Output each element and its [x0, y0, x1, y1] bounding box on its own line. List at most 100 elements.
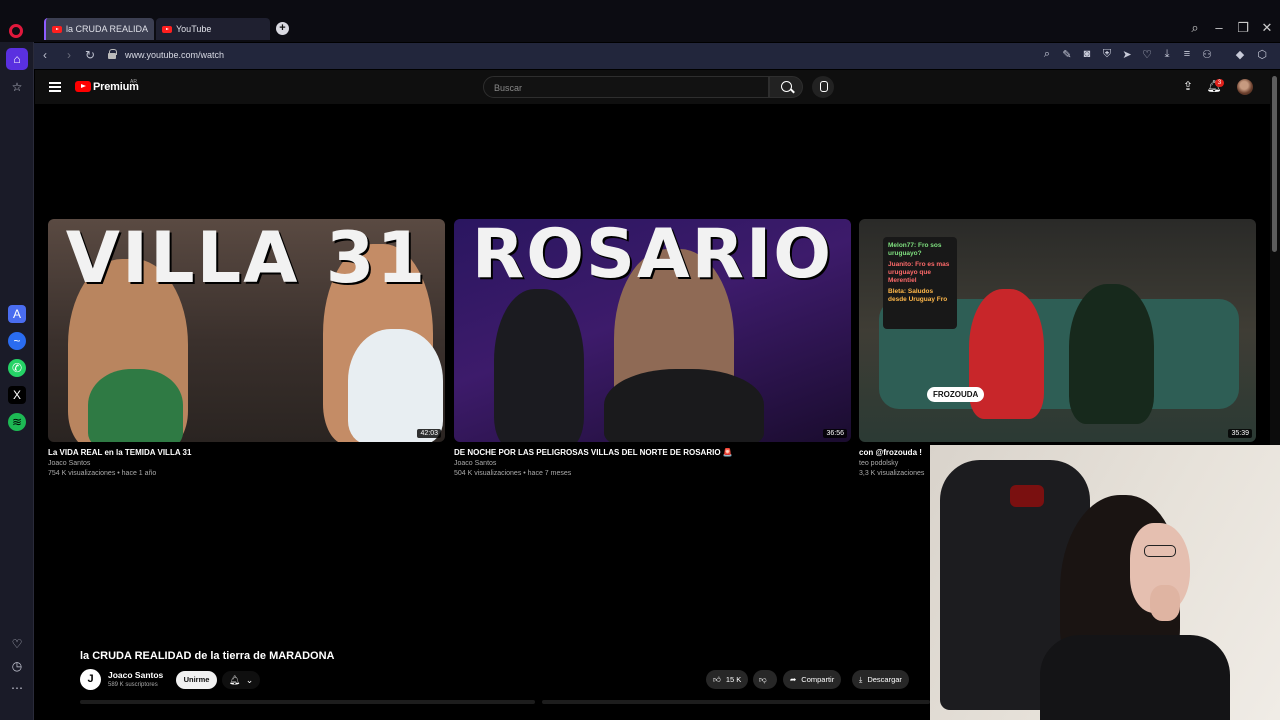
forward-icon[interactable]: › — [62, 48, 76, 62]
history-icon[interactable]: ◷ — [8, 657, 26, 675]
home-icon[interactable]: ⌂ — [6, 48, 28, 70]
menu-lines-icon[interactable]: ≡ — [1180, 48, 1194, 60]
video-duration: 36:56 — [823, 429, 847, 438]
send-icon[interactable]: ➤ — [1120, 48, 1134, 61]
video-card[interactable]: VILLA 31 42:03 La VIDA REAL en la TEMIDA… — [48, 219, 445, 477]
thumbnail-figure — [1069, 284, 1154, 424]
shield-icon[interactable]: ⛨ — [1100, 48, 1114, 61]
edit-icon[interactable]: ✎ — [1060, 48, 1074, 61]
heart-icon[interactable]: ♡ — [8, 635, 26, 653]
thumbnail-chat-overlay: Melon77: Fro sos uruguayo? Juanito: Fro … — [883, 237, 957, 329]
page-title: la CRUDA REALIDAD de la tierra de MARADO… — [80, 650, 335, 662]
channel-avatar[interactable]: J — [80, 669, 101, 690]
share-icon: ➦ — [790, 675, 797, 684]
video-thumbnail[interactable]: Melon77: Fro sos uruguayo? Juanito: Fro … — [859, 219, 1256, 442]
back-icon[interactable]: ‹ — [38, 48, 52, 62]
notification-badge: 3 — [1215, 79, 1224, 87]
thumbs-down-icon: 👎︎ — [759, 674, 767, 684]
voice-search-button[interactable] — [812, 76, 834, 98]
reload-icon[interactable]: ↻ — [83, 48, 97, 62]
opera-logo-icon[interactable] — [9, 24, 23, 38]
thumbnail-figure — [604, 369, 764, 442]
maximize-button[interactable]: ❐ — [1235, 20, 1251, 36]
thumbnail-text: VILLA 31 — [65, 219, 428, 299]
channel-name[interactable]: Joaco Santos — [108, 670, 163, 680]
thumbs-up-icon: 👍︎ — [713, 674, 721, 684]
thumbnail-figure — [494, 289, 584, 442]
thumbnail-name-tag: FROZOUDA — [927, 387, 985, 402]
star-icon[interactable]: ☆ — [8, 78, 26, 96]
extensions-icon[interactable]: ⬡ — [1255, 48, 1269, 61]
messenger-icon[interactable]: ~ — [8, 332, 26, 350]
tab-active[interactable]: la CRUDA REALIDAD de la tierra de MARADO… — [44, 18, 154, 40]
youtube-logo-icon[interactable] — [75, 81, 91, 92]
upload-icon[interactable]: ⇪ — [1180, 79, 1196, 95]
close-window-button[interactable]: ✕ — [1259, 20, 1275, 36]
video-meta: 504 K visualizaciones • hace 7 meses — [454, 470, 572, 477]
search-tabs-icon[interactable]: ⌕ — [1187, 20, 1203, 36]
bell-icon: 🔔︎ — [228, 674, 241, 685]
video-title[interactable]: La VIDA REAL en la TEMIDA VILLA 31 — [48, 448, 445, 457]
address-bar-row: ‹ › ↻ www.youtube.com/watch ⌕ ✎ ◙ ⛨ ➤ ♡ … — [34, 43, 1280, 69]
dislike-button[interactable]: 👎︎ — [753, 670, 777, 689]
subscriber-count: 589 K suscriptores — [108, 682, 158, 688]
description-box-edge — [80, 700, 535, 704]
hamburger-menu-icon[interactable] — [49, 82, 61, 92]
video-thumbnail[interactable]: VILLA 31 42:03 — [48, 219, 445, 442]
video-duration: 42:03 — [417, 429, 441, 438]
chat-line: Melon77: Fro sos uruguayo? — [888, 242, 942, 257]
video-channel[interactable]: Joaco Santos — [454, 460, 851, 467]
aria-icon[interactable]: A — [8, 305, 26, 323]
download-icon[interactable]: ⤓ — [1160, 48, 1174, 61]
chair-logo-icon — [1010, 485, 1044, 507]
thumbnail-figure — [348, 329, 443, 442]
thumbnail-figure — [88, 369, 183, 442]
profile-icon[interactable]: ⚇ — [1200, 48, 1214, 61]
minimize-button[interactable]: – — [1211, 20, 1227, 35]
comments-box-edge — [542, 700, 930, 704]
share-button[interactable]: ➦ Compartir — [783, 670, 842, 689]
whatsapp-icon[interactable]: ✆ — [8, 359, 26, 377]
tab-title: YouTube — [176, 24, 212, 34]
video-card[interactable]: ROSARIO 36:56 DE NOCHE POR LAS PELIGROSA… — [454, 219, 851, 477]
download-button[interactable]: ⤓ Descargar — [852, 670, 909, 689]
search-placeholder: Buscar — [494, 83, 523, 93]
scrollbar-thumb[interactable] — [1272, 76, 1277, 252]
video-title[interactable]: DE NOCHE POR LAS PELIGROSAS VILLAS DEL N… — [454, 448, 851, 457]
lock-icon — [108, 49, 117, 59]
search-button[interactable] — [769, 76, 803, 98]
streamer-hand — [1150, 585, 1180, 621]
region-code: AR — [130, 79, 137, 85]
notification-settings-button[interactable]: 🔔︎ ⌄ — [222, 671, 260, 689]
x-twitter-icon[interactable]: X — [8, 386, 26, 404]
share-label: Compartir — [801, 675, 835, 684]
camera-icon[interactable]: ◙ — [1080, 48, 1094, 60]
tab-title: la CRUDA REALIDAD de la tierra de MARADO… — [66, 24, 148, 34]
heart-icon[interactable]: ♡ — [1140, 48, 1154, 61]
webcam-overlay — [930, 445, 1280, 720]
like-button[interactable]: 👍︎ 15 K — [706, 670, 749, 689]
avatar[interactable] — [1237, 79, 1253, 95]
join-button[interactable]: Unirme — [176, 671, 217, 689]
video-thumbnail[interactable]: ROSARIO 36:56 — [454, 219, 851, 442]
chevron-down-icon: ⌄ — [245, 674, 254, 685]
youtube-favicon-icon — [162, 25, 172, 33]
streamer-body — [1040, 635, 1230, 720]
thumbnail-text: ROSARIO — [471, 219, 834, 294]
new-tab-button[interactable]: + — [276, 22, 289, 35]
browser-sidebar: ⌂ ☆ A ~ ✆ X ≋ ♡ ◷ ⋯ — [0, 42, 34, 720]
search-input[interactable]: Buscar — [483, 76, 769, 98]
url-field[interactable]: www.youtube.com/watch — [125, 50, 224, 60]
tab-youtube[interactable]: YouTube — [156, 18, 270, 40]
video-duration: 35:39 — [1228, 429, 1252, 438]
like-count: 15 K — [725, 675, 742, 684]
video-meta: 754 K visualizaciones • hace 1 año — [48, 470, 157, 477]
wallet-icon[interactable]: ◆ — [1233, 48, 1247, 61]
search-page-icon[interactable]: ⌕ — [1040, 48, 1054, 61]
download-label: Descargar — [867, 675, 902, 684]
video-channel[interactable]: Joaco Santos — [48, 460, 445, 467]
video-card[interactable]: Melon77: Fro sos uruguayo? Juanito: Fro … — [859, 219, 1256, 477]
more-icon[interactable]: ⋯ — [8, 679, 26, 697]
chat-line: Juanito: Fro es mas uruguayo que Merenti… — [888, 261, 950, 284]
spotify-icon[interactable]: ≋ — [8, 413, 26, 431]
